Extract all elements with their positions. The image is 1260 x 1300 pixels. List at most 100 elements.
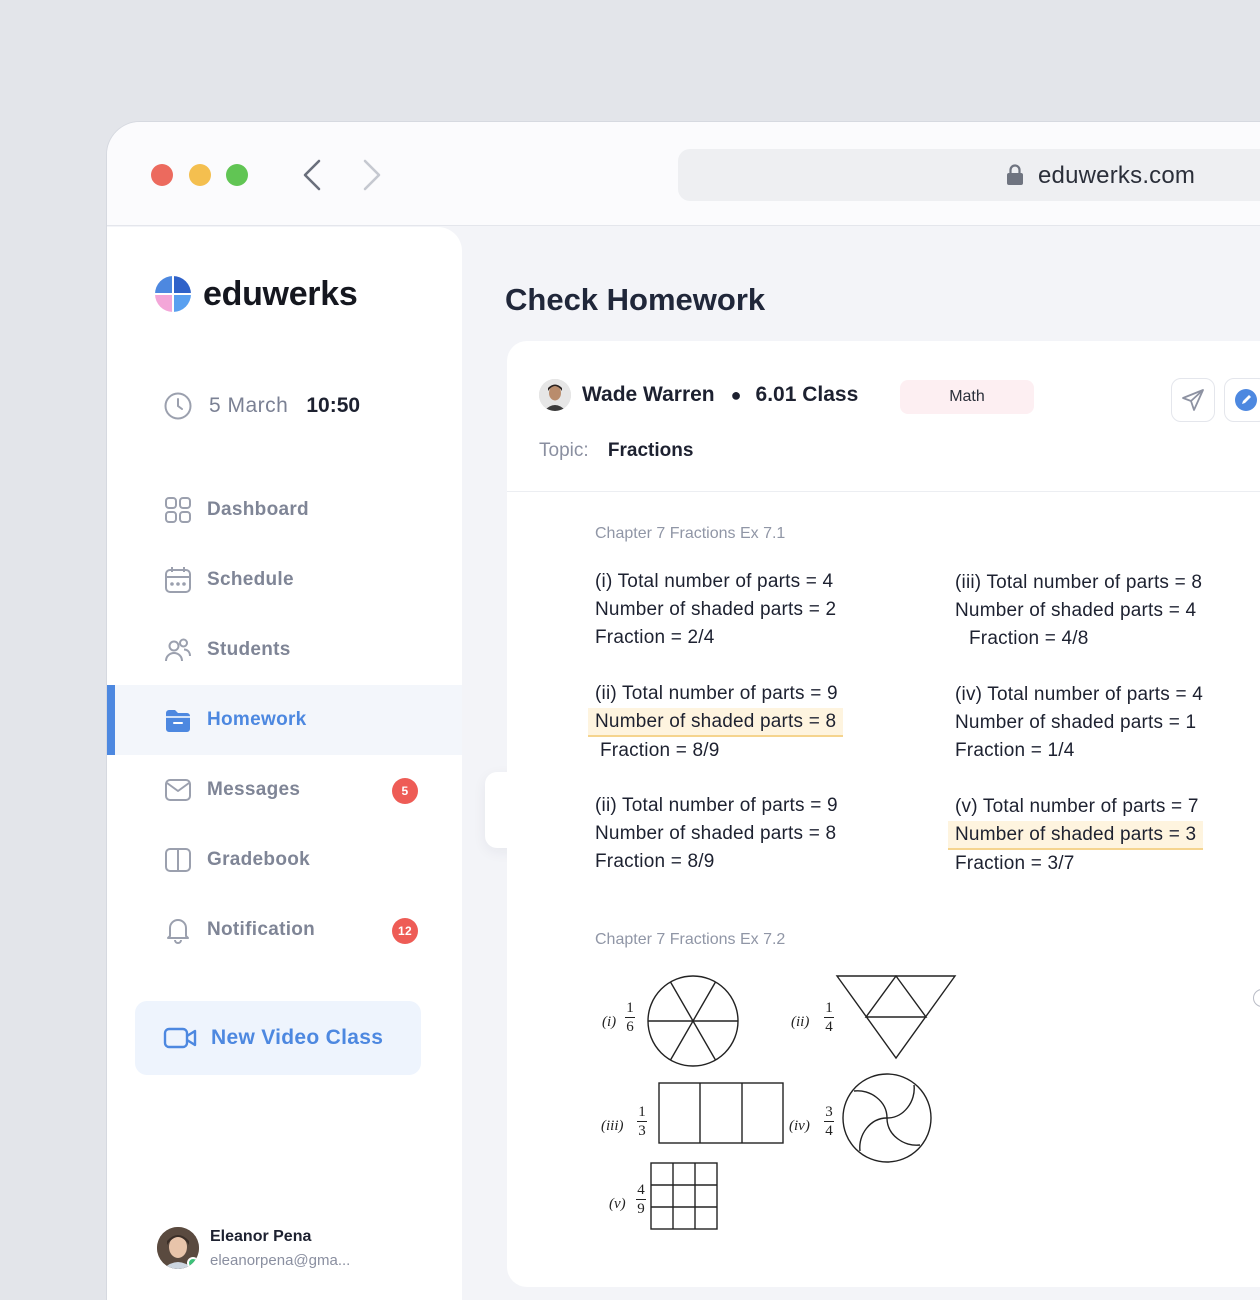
exercise-answer: (v) Total number of parts = 7 Number of … xyxy=(948,793,1204,878)
brand-logo[interactable]: eduwerks xyxy=(153,274,358,314)
fraction-figures: (i) 16 (ii) 14 (iii) 13 (iv) 34 (v) 4 9 xyxy=(594,964,974,1234)
chapter-heading-ex72: Chapter 7 Fractions Ex 7.2 xyxy=(595,931,786,948)
topic-label: Topic: xyxy=(539,440,589,461)
exercise-answer: (i) Total number of parts = 4 Number of … xyxy=(595,568,836,652)
current-datetime: 5 March 10:50 xyxy=(163,391,360,421)
new-video-class-label: New Video Class xyxy=(211,1026,384,1049)
exercise-answer: (iii) Total number of parts = 8 Number o… xyxy=(955,569,1202,653)
circle-swirl-figure xyxy=(842,1073,932,1163)
figure-tag: (i) xyxy=(602,1014,617,1030)
fraction-denominator: 4 xyxy=(825,1123,833,1139)
exercise-line: Fraction = 1/4 xyxy=(955,740,1075,761)
pencil-icon xyxy=(1235,389,1257,411)
sidebar-item-gradebook[interactable]: Gradebook xyxy=(107,825,462,895)
exercise-line: (i) Total number of parts = 4 xyxy=(595,571,834,592)
address-bar[interactable]: eduwerks.com xyxy=(678,149,1260,201)
sidebar-item-schedule[interactable]: Schedule xyxy=(107,545,462,615)
messages-count-badge: 5 xyxy=(392,778,418,804)
url-text: eduwerks.com xyxy=(1038,162,1196,189)
notification-count-badge: 12 xyxy=(392,918,418,944)
student-avatar xyxy=(539,379,571,411)
browser-titlebar: eduwerks.com xyxy=(107,122,1260,226)
exercise-answer: (ii) Total number of parts = 9 Number of… xyxy=(588,680,844,765)
sidebar-item-students[interactable]: Students xyxy=(107,615,462,685)
grid-icon xyxy=(163,495,193,525)
bell-icon xyxy=(163,915,193,945)
fraction-numerator: 1 xyxy=(638,1104,646,1120)
video-camera-icon xyxy=(163,1027,197,1049)
sidebar: eduwerks 5 March 10:50 Dashboard Schedul… xyxy=(107,227,462,1300)
fraction-denominator: 3 xyxy=(638,1123,646,1139)
figure-fraction: 34 xyxy=(824,1104,834,1139)
chapter-heading-ex71: Chapter 7 Fractions Ex 7.1 xyxy=(595,525,786,542)
exercise-line: (ii) Total number of parts = 9 xyxy=(595,795,838,816)
sidebar-item-label: Homework xyxy=(207,709,307,730)
exercise-line: (ii) Total number of parts = 9 xyxy=(595,683,838,704)
online-status-dot xyxy=(187,1257,199,1269)
student-info: Wade Warren ● 6.01 Class xyxy=(539,379,858,411)
avatar xyxy=(157,1227,199,1269)
lock-icon xyxy=(1007,164,1023,185)
exercise-line: Fraction = 8/9 xyxy=(600,740,720,761)
figure-fraction: 13 xyxy=(637,1104,647,1139)
exercise-line: (iii) Total number of parts = 8 xyxy=(955,572,1203,593)
student-name: Wade Warren xyxy=(582,383,715,406)
sidebar-item-label: Students xyxy=(207,639,291,660)
brand-name: eduwerks xyxy=(203,274,358,313)
figure-tag: (iv) xyxy=(789,1118,810,1134)
sidebar-item-homework[interactable]: Homework xyxy=(107,685,462,755)
topic-line: Topic: Fractions xyxy=(539,440,693,462)
clock-icon xyxy=(164,392,192,420)
send-button[interactable] xyxy=(1171,378,1215,422)
circle-sixths-figure xyxy=(647,975,739,1067)
fraction-denominator: 4 xyxy=(825,1019,833,1035)
homework-header: Wade Warren ● 6.01 Class Math Topic: Fra… xyxy=(507,341,1260,492)
browser-window: eduwerks.com eduwerks 5 March 10:50 Dash… xyxy=(106,121,1260,1300)
highlighted-answer[interactable]: Number of shaded parts = 3 xyxy=(948,821,1204,850)
users-icon xyxy=(163,635,193,665)
exercise-line: Number of shaded parts = 8 xyxy=(595,823,837,844)
fraction-denominator: 6 xyxy=(626,1019,634,1035)
sidebar-item-label: Dashboard xyxy=(207,499,309,520)
exercise-line: Fraction = 3/7 xyxy=(955,853,1075,874)
separator-dot: ● xyxy=(730,384,742,405)
sidebar-item-label: Notification xyxy=(207,919,316,940)
paper-plane-icon xyxy=(1182,389,1204,411)
user-name: Eleanor Pena xyxy=(210,1227,312,1245)
sidebar-item-notification[interactable]: Notification 12 xyxy=(107,895,462,965)
exercise-line: Fraction = 2/4 xyxy=(595,627,715,648)
triangle-quarters-figure xyxy=(835,974,957,1060)
sidebar-item-label: Schedule xyxy=(207,569,294,590)
edit-button[interactable] xyxy=(1224,378,1260,422)
maximize-window-button[interactable] xyxy=(226,164,248,186)
new-video-class-button[interactable]: New Video Class xyxy=(135,1001,421,1075)
back-arrow-icon[interactable] xyxy=(301,158,325,192)
scroll-indicator-icon xyxy=(1253,989,1260,1007)
exercise-line: Number of shaded parts = 4 xyxy=(955,600,1197,621)
eduwerks-logo-icon xyxy=(155,276,191,312)
highlighted-answer[interactable]: Number of shaded parts = 8 xyxy=(588,708,844,737)
current-time: 10:50 xyxy=(306,394,361,417)
class-name: 6.01 Class xyxy=(755,383,859,406)
current-date: 5 March xyxy=(209,394,289,417)
exercise-line: Fraction = 8/9 xyxy=(595,851,715,872)
user-profile[interactable]: Eleanor Pena eleanorpena@gma... xyxy=(157,1227,350,1269)
exercise-line: (v) Total number of parts = 7 xyxy=(955,796,1199,817)
exercise-line: Fraction = 4/8 xyxy=(969,628,1089,649)
sidebar-item-dashboard[interactable]: Dashboard xyxy=(107,475,462,545)
figure-tag: (v) xyxy=(609,1196,626,1212)
fraction-numerator: 4 xyxy=(637,1182,645,1198)
minimize-window-button[interactable] xyxy=(189,164,211,186)
close-window-button[interactable] xyxy=(151,164,173,186)
fraction-numerator: 3 xyxy=(825,1104,833,1120)
sidebar-item-label: Gradebook xyxy=(207,849,310,870)
folder-icon xyxy=(163,705,193,735)
figure-tag: (ii) xyxy=(791,1014,810,1030)
book-icon xyxy=(163,845,193,875)
user-email: eleanorpena@gma... xyxy=(210,1251,351,1269)
sidebar-item-label: Messages xyxy=(207,779,301,800)
fraction-denominator: 9 xyxy=(637,1201,645,1217)
sidebar-item-messages[interactable]: Messages 5 xyxy=(107,755,462,825)
fraction-numerator: 1 xyxy=(626,1000,634,1016)
forward-arrow-icon[interactable] xyxy=(359,158,383,192)
